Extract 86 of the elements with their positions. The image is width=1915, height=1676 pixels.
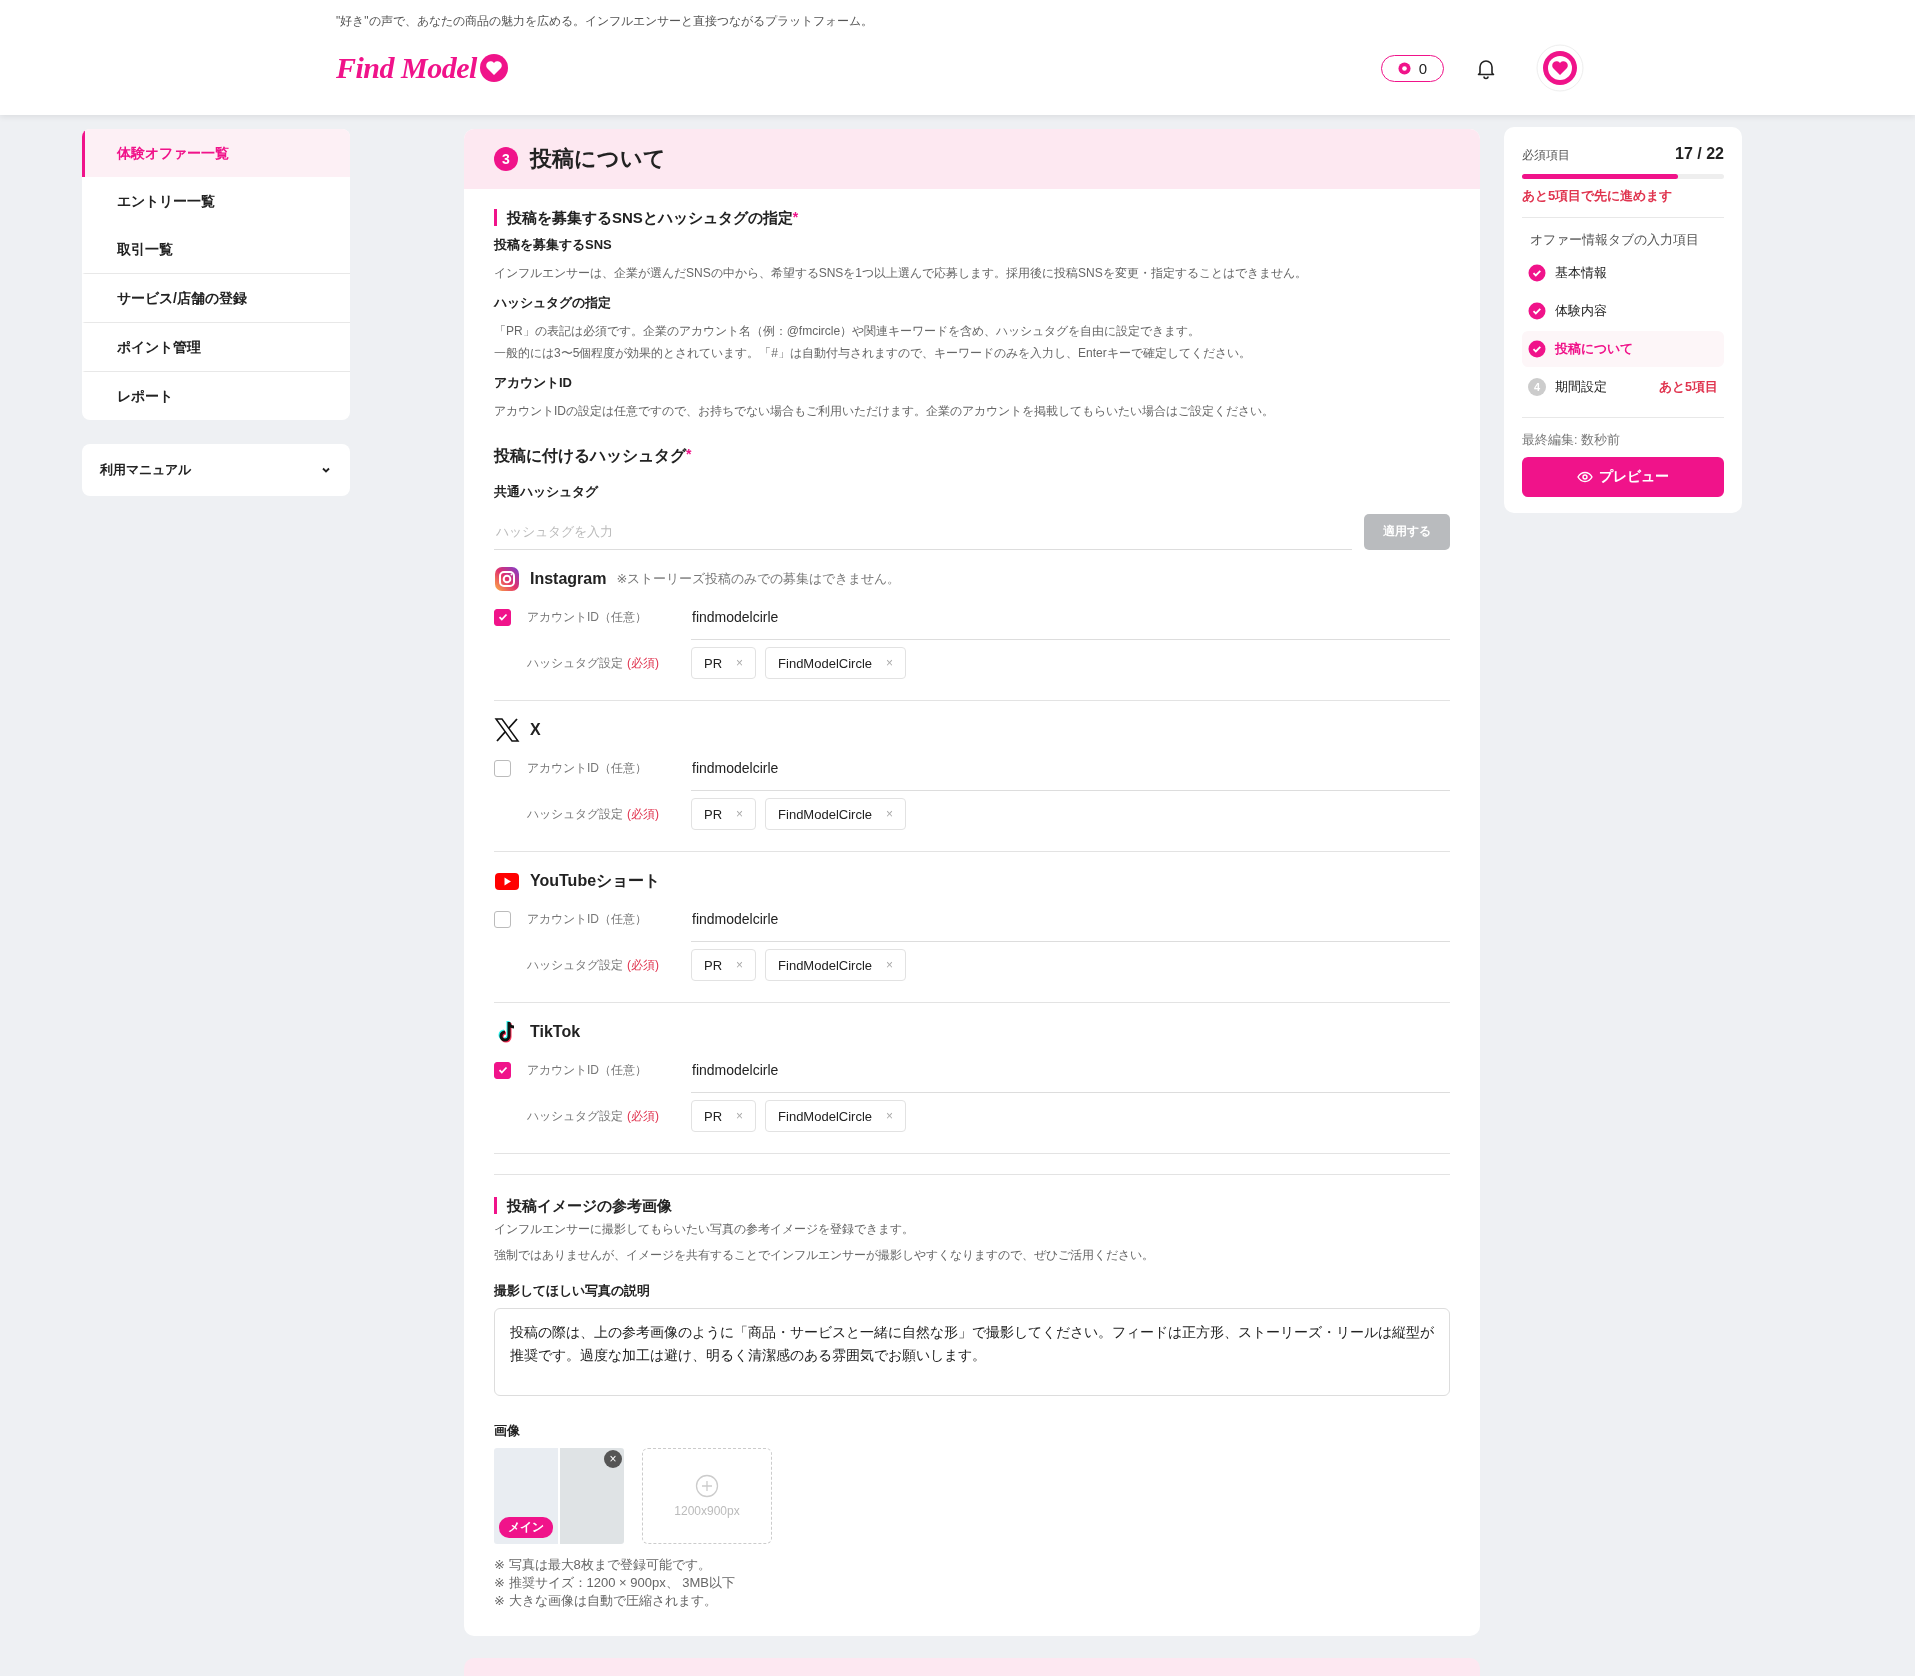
section-title: 投稿について	[530, 145, 666, 173]
hashtag-text: FindModelCircle	[778, 1108, 872, 1124]
step-item[interactable]: 体験内容	[1522, 293, 1724, 329]
field-label: アカウントID（任意）	[526, 910, 648, 928]
field-heading: 投稿に付けるハッシュタグ	[494, 446, 686, 466]
sns-name: YouTubeショート	[530, 870, 661, 891]
check-circle-icon	[1528, 264, 1546, 282]
sidebar-item[interactable]: サービス/店舗の登録	[82, 274, 350, 323]
checkbox[interactable]	[494, 759, 511, 777]
check-icon	[496, 1064, 509, 1076]
sns-note: ※ストーリーズ投稿のみでの募集はできません。	[616, 570, 901, 588]
info-text: インフルエンサーは、企業が選んだSNSの中から、希望するSNSを1つ以上選んで応募します。採用後に投稿SNSを変更・指定することはできません。	[494, 265, 1308, 282]
checkbox[interactable]	[494, 608, 511, 626]
sidebar-item[interactable]: ポイント管理	[82, 323, 350, 372]
info-title: アカウントID	[494, 374, 573, 392]
hashtag-text: PR	[704, 655, 723, 671]
info-text: アカウントIDの設定は任意ですので、お持ちでない場合もご利用いただけます。企業のアカウントを掲載してもらいたい場合はご設定ください。	[494, 403, 1275, 420]
group-title: オファー情報タブの入力項目	[1530, 232, 1700, 249]
check-circle-icon	[1528, 340, 1546, 358]
field-label: 画像	[494, 1422, 521, 1440]
remaining-message: あと5項目で先に進めます	[1522, 187, 1724, 218]
info-text: 強制ではありませんが、イメージを共有することでインフルエンサーが撮影しやすくなりますので、ぜひご活用ください。	[494, 1247, 1155, 1264]
field-label: アカウントID（任意）	[526, 608, 648, 626]
field-label: 共通ハッシュタグ	[494, 483, 600, 501]
hashtag-text: FindModelCircle	[778, 655, 872, 671]
checkbox[interactable]	[494, 910, 511, 928]
info-title: ハッシュタグの指定	[494, 294, 612, 312]
field-label: 撮影してほしい写真の説明	[494, 1282, 651, 1300]
hashtag-text: FindModelCircle	[778, 957, 872, 973]
sidebar-item[interactable]: レポート	[82, 372, 350, 420]
sns-name: Instagram	[530, 570, 607, 588]
description-textarea[interactable]: 投稿の際は、上の参考画像のように「商品・サービスと一緒に自然な形」で撮影してください。フィードは正方形、ストーリーズ・リールは縦型が推奨です。過度な加工は避け、明るく清潔感のある雰囲気でお願いします。	[494, 1308, 1450, 1396]
check-circle-icon	[1528, 302, 1546, 320]
hashtag-text: PR	[704, 1108, 723, 1124]
camera-app-icon	[494, 566, 520, 592]
info-text: 一般的には3〜5個程度が効果的とされています。「#」は自動付与されますので、キーワードのみを入力し、Enterキーで確定してください。	[494, 345, 1252, 362]
required-mark: *	[686, 446, 692, 462]
eye-icon	[1577, 469, 1593, 485]
sns-name: X	[530, 721, 541, 739]
step-number: 3	[494, 147, 518, 171]
field-label: アカウントID（任意）	[526, 1061, 648, 1079]
plus-circle-icon	[695, 1474, 719, 1498]
step-item[interactable]: 基本情報	[1522, 255, 1724, 291]
required-mark: *	[792, 209, 799, 225]
hashtag-text: PR	[704, 957, 723, 973]
info-text: インフルエンサーに撮影してもらいたい写真の参考イメージを登録できます。	[494, 1221, 915, 1238]
x-logo-icon	[494, 717, 520, 743]
field-label: ハッシュタグ設定	[527, 655, 623, 670]
field-label: ハッシュタグ設定	[527, 957, 623, 972]
progress-label: 必須項目	[1522, 147, 1570, 164]
main-image-badge: メイン	[499, 1517, 553, 1538]
last-edited: 最終編集: 数秒前	[1522, 417, 1724, 449]
required-note: (必須)	[627, 1108, 659, 1123]
step-remaining: あと5項目	[1659, 378, 1718, 396]
sidebar-item[interactable]: エントリー一覧	[82, 177, 350, 225]
required-note: (必須)	[627, 957, 659, 972]
info-text: 「PR」の表記は必須です。企業のアカウント名（例：@fmcircle）や関連キーワードを含め、ハッシュタグを自由に設定できます。	[494, 323, 1202, 340]
required-note: (必須)	[627, 806, 659, 821]
point-coin-icon	[1397, 61, 1411, 75]
upload-size-hint: 1200x900px	[674, 1504, 740, 1518]
preview-button[interactable]: プレビュー	[1522, 457, 1724, 497]
sidebar-item[interactable]: 体験オファー一覧	[82, 129, 350, 177]
avatar-icon[interactable]	[1536, 44, 1584, 92]
step-item[interactable]: 投稿について	[1522, 331, 1724, 367]
hashtag-text: FindModelCircle	[778, 806, 872, 822]
info-title: 投稿を募集するSNS	[494, 236, 613, 254]
sns-name: TikTok	[530, 1023, 581, 1041]
points-count: 0	[1418, 59, 1427, 77]
logo[interactable]: Find Model	[336, 51, 477, 85]
field-label: アカウントID（任意）	[526, 759, 648, 777]
manual-dropdown[interactable]: 利用マニュアル	[82, 444, 350, 496]
sidebar-item[interactable]: 取引一覧	[82, 225, 350, 274]
image-note: ※ 写真は最大8枚まで登録可能です。	[494, 1556, 712, 1574]
field-label: ハッシュタグ設定	[527, 806, 623, 821]
check-icon	[496, 611, 509, 623]
progress-count: 17 / 22	[1675, 145, 1724, 163]
checkbox[interactable]	[494, 1061, 511, 1079]
tagline: "好き"の声で、あなたの商品の魅力を広める。インフルエンサーと直接つながるプラットフォーム。	[336, 13, 874, 30]
subsection-heading: 投稿を募集するSNSとハッシュタグの指定	[507, 209, 793, 226]
heart-logo-icon	[478, 53, 509, 83]
hashtag-text: PR	[704, 806, 723, 822]
image-note: ※ 大きな画像は自動で圧縮されます。	[494, 1592, 718, 1610]
required-note: (必須)	[627, 655, 659, 670]
subsection-heading: 投稿イメージの参考画像	[507, 1197, 672, 1214]
field-label: ハッシュタグ設定	[527, 1108, 623, 1123]
image-note: ※ 推奨サイズ：1200 × 900px、 3MB以下	[494, 1574, 736, 1592]
